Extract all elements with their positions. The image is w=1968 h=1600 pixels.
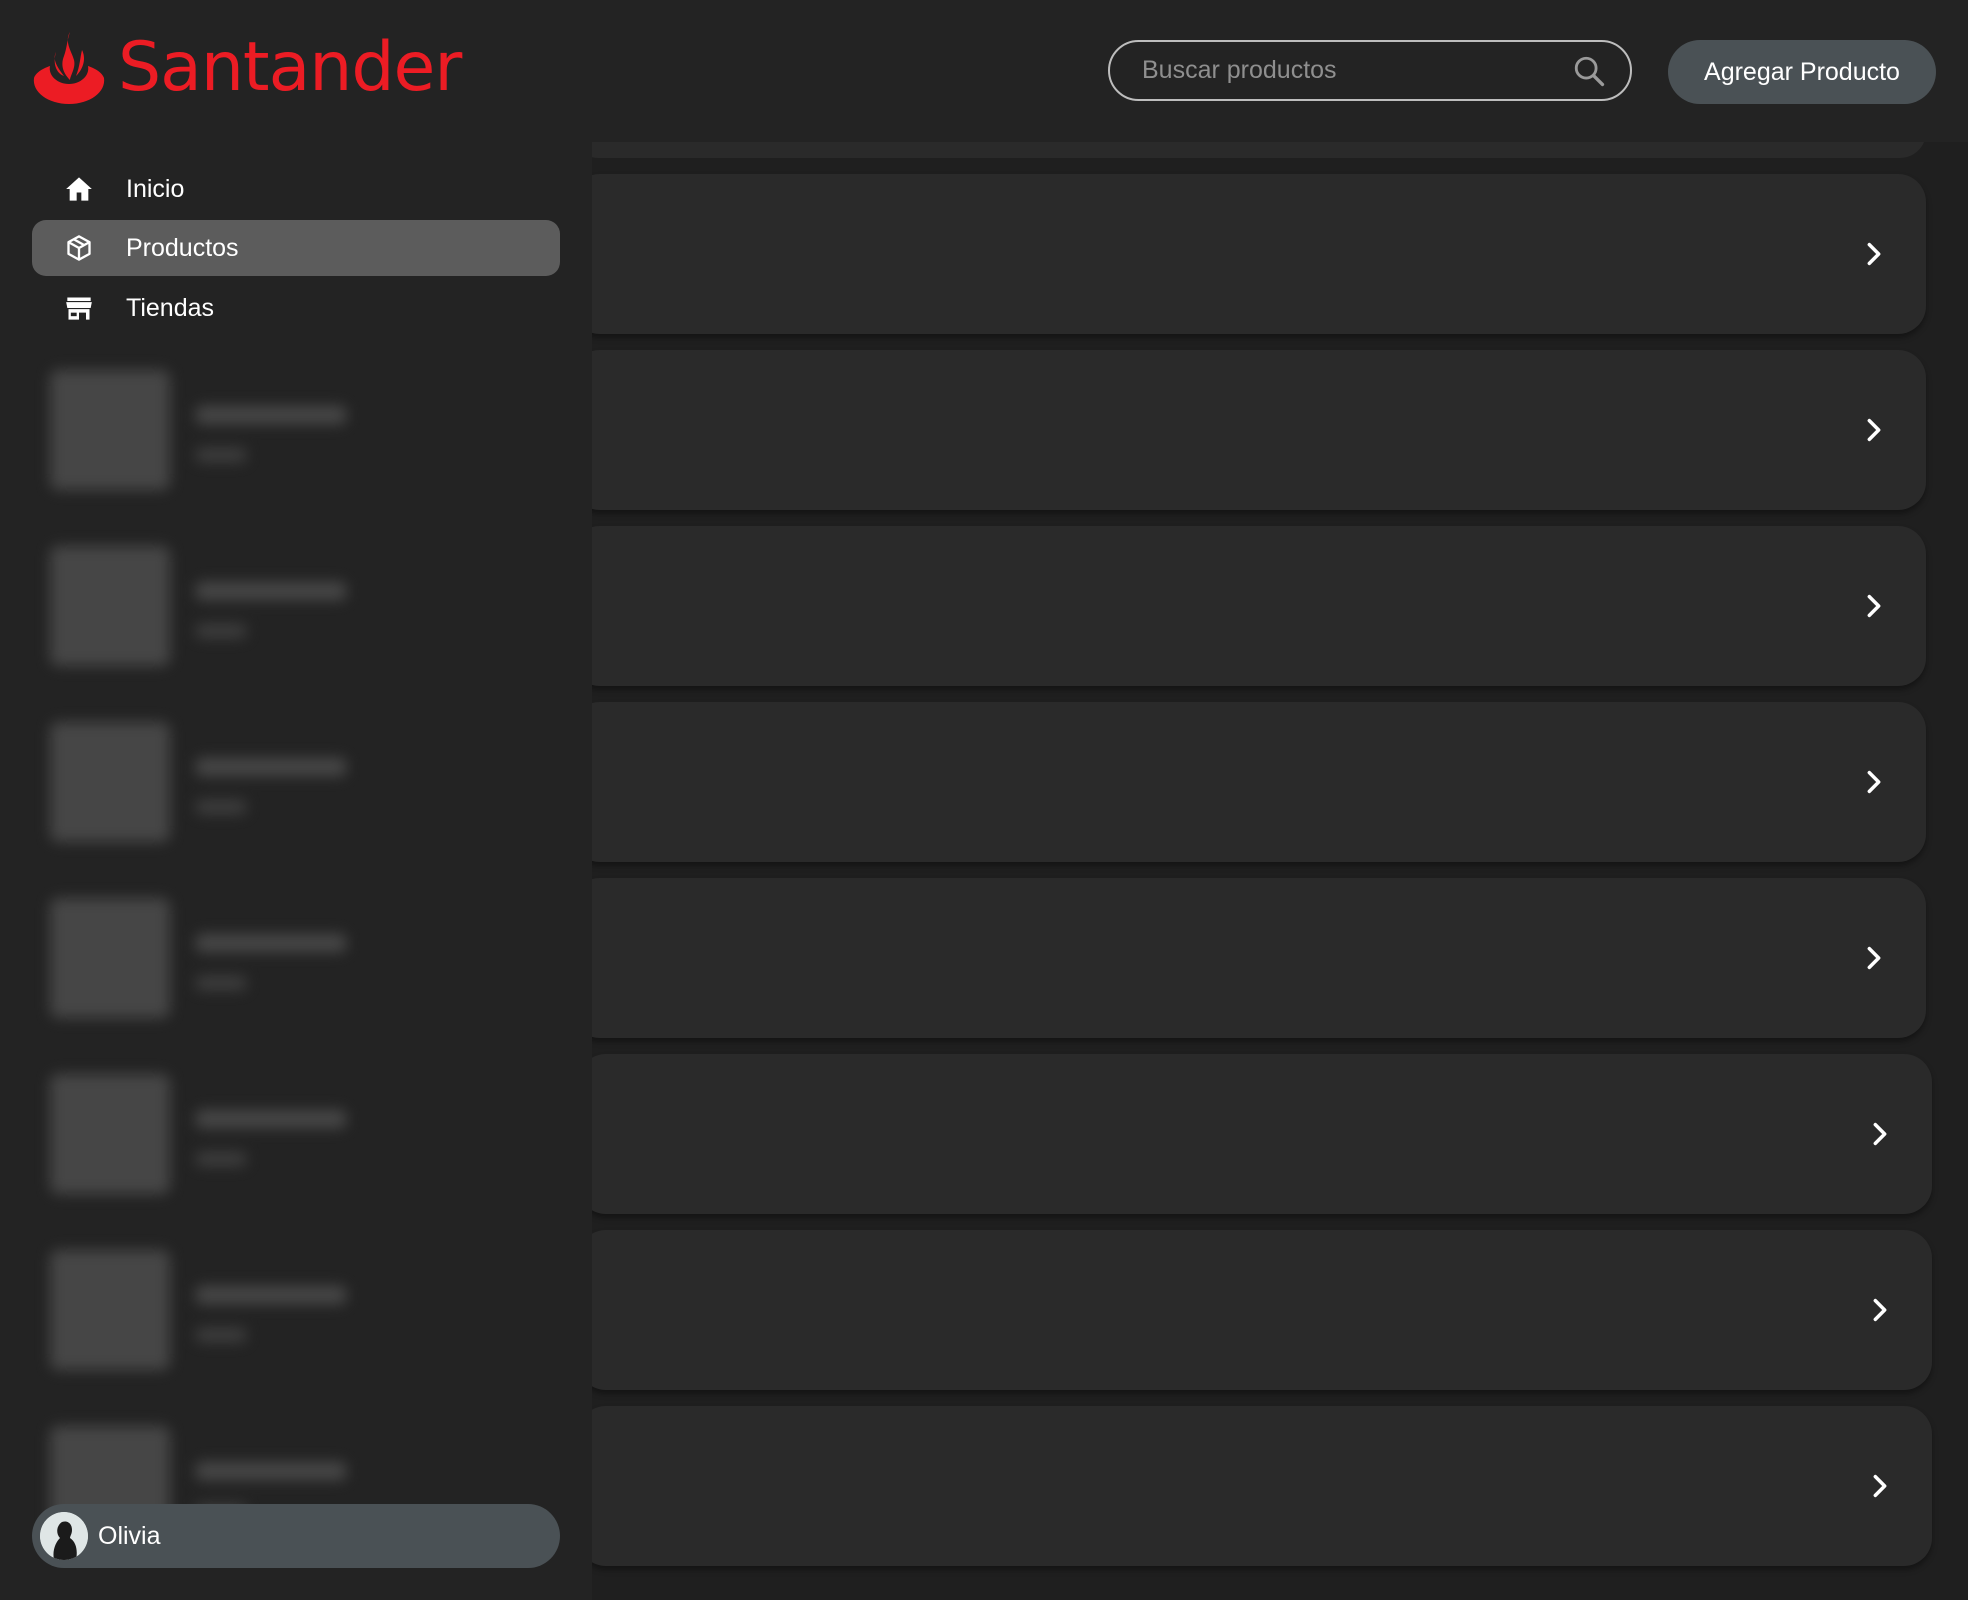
list-item xyxy=(40,536,560,712)
brand-logo[interactable]: Santander xyxy=(30,28,462,107)
user-profile[interactable]: Olivia xyxy=(32,1504,560,1568)
flame-logo-icon xyxy=(33,32,105,104)
search-box[interactable] xyxy=(1108,40,1632,101)
home-icon xyxy=(64,174,94,204)
sidebar-item-productos[interactable]: Productos xyxy=(32,220,560,276)
chevron-right-icon xyxy=(1867,594,1881,618)
list-item xyxy=(40,1240,560,1416)
list-item xyxy=(40,360,560,536)
box-icon xyxy=(64,233,94,263)
product-row[interactable] xyxy=(592,702,1926,862)
list-item xyxy=(40,712,560,888)
chevron-right-icon xyxy=(1867,418,1881,442)
top-bar: Agregar Producto xyxy=(592,0,1968,142)
user-name: Olivia xyxy=(98,1521,161,1550)
sidebar-item-label: Inicio xyxy=(126,174,185,203)
product-row[interactable] xyxy=(592,878,1926,1038)
main-content: Agregar Producto xyxy=(592,0,1968,1600)
product-row[interactable] xyxy=(592,174,1926,334)
store-icon xyxy=(64,293,94,323)
chevron-right-icon xyxy=(1873,1122,1887,1146)
product-row[interactable] xyxy=(592,526,1926,686)
chevron-right-icon xyxy=(1867,770,1881,794)
product-row[interactable] xyxy=(592,350,1926,510)
chevron-right-icon xyxy=(1873,1298,1887,1322)
product-row[interactable] xyxy=(592,1406,1932,1566)
chevron-right-icon xyxy=(1867,242,1881,266)
search-input[interactable] xyxy=(1140,55,1572,86)
search-icon[interactable] xyxy=(1572,54,1606,88)
sidebar-item-inicio[interactable]: Inicio xyxy=(32,161,560,217)
blurred-product-list xyxy=(40,360,560,1592)
sidebar-item-tiendas[interactable]: Tiendas xyxy=(32,280,560,336)
product-row[interactable] xyxy=(592,1054,1932,1214)
sidebar: Santander Inicio Productos Tiendas Olivi… xyxy=(0,0,592,1600)
list-item xyxy=(40,888,560,1064)
product-row[interactable] xyxy=(592,1230,1932,1390)
chevron-right-icon xyxy=(1873,1474,1887,1498)
add-product-button[interactable]: Agregar Producto xyxy=(1668,40,1936,104)
list-item xyxy=(40,1064,560,1240)
chevron-right-icon xyxy=(1867,946,1881,970)
brand-name: Santander xyxy=(118,28,462,107)
avatar[interactable] xyxy=(40,1512,88,1560)
sidebar-item-label: Productos xyxy=(126,233,239,262)
sidebar-item-label: Tiendas xyxy=(126,293,215,322)
